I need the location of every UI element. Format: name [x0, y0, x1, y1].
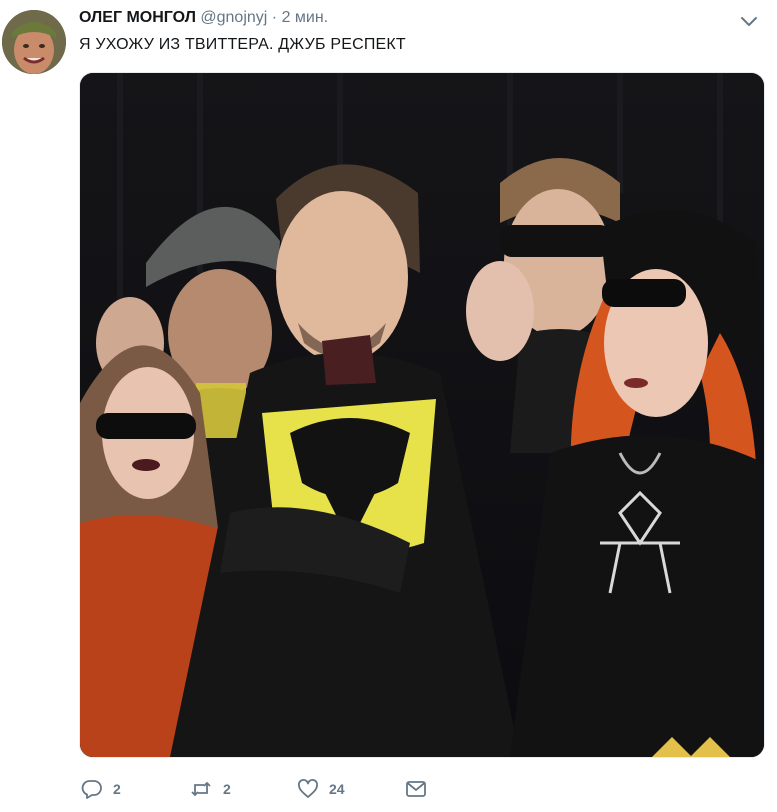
tweet-header: ОЛЕГ МОНГОЛ @gnojnyj · 2 мин. [79, 9, 328, 27]
tweet-photo[interactable] [79, 72, 765, 758]
retweet-button[interactable]: 2 [189, 776, 231, 802]
like-count: 24 [329, 781, 345, 797]
separator: · [271, 9, 278, 26]
retweet-count: 2 [223, 781, 231, 797]
like-button[interactable]: 24 [297, 776, 345, 802]
tweet-text: Я УХОЖУ ИЗ ТВИТТЕРА. ДЖУБ РЕСПЕКТ [79, 36, 406, 53]
retweet-icon [189, 778, 213, 800]
reply-icon [81, 778, 103, 800]
tweet: ОЛЕГ МОНГОЛ @gnojnyj · 2 мин. Я УХОЖУ ИЗ… [0, 0, 777, 812]
author-handle[interactable]: @gnojnyj [200, 9, 267, 26]
caret-down-icon[interactable] [738, 10, 760, 32]
reply-count: 2 [113, 781, 121, 797]
timestamp[interactable]: 2 мин. [282, 9, 329, 26]
direct-message-icon [405, 778, 427, 800]
tweet-actions: 2 2 24 [79, 776, 759, 802]
direct-message-button[interactable] [405, 776, 427, 802]
reply-button[interactable]: 2 [81, 776, 121, 802]
avatar[interactable] [2, 10, 66, 74]
author-name[interactable]: ОЛЕГ МОНГОЛ [79, 9, 196, 26]
like-icon [297, 778, 319, 800]
